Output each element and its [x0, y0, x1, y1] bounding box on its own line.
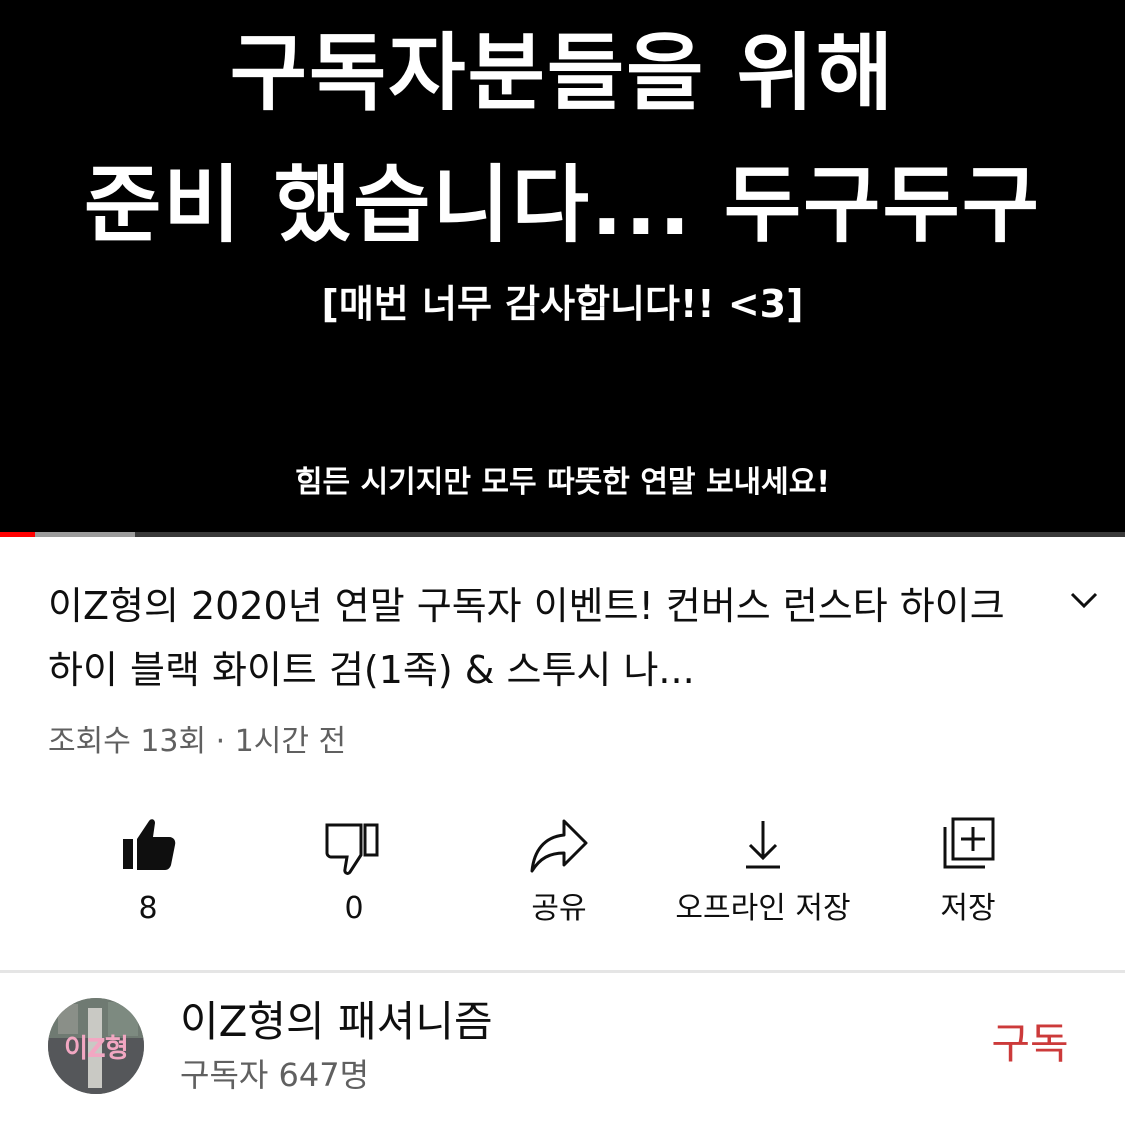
share-label: 공유 [531, 891, 587, 926]
avatar-logo-text: 이Z형 [64, 1034, 129, 1064]
share-arrow-icon [530, 819, 588, 873]
video-meta: 조회수 13회 · 1시간 전 [48, 724, 347, 759]
video-progress-bar[interactable] [0, 532, 1125, 537]
subscribe-button[interactable]: 구독 [980, 1016, 1080, 1072]
video-title[interactable]: 이Z형의 2020년 연말 구독자 이벤트! 컨버스 런스타 하이크 하이 블랙… [48, 574, 1008, 702]
like-count: 8 [138, 891, 158, 926]
download-button[interactable]: 오프라인 저장 [663, 805, 863, 945]
thumbs-up-icon [123, 819, 176, 870]
like-button[interactable]: 8 [48, 805, 248, 945]
share-button[interactable]: 공유 [459, 805, 659, 945]
expand-description-button[interactable] [1062, 584, 1106, 618]
dislike-button[interactable]: 0 [254, 805, 454, 945]
thumbs-down-icon [325, 823, 379, 875]
channel-name[interactable]: 이Z형의 패셔니즘 [180, 994, 493, 1050]
section-divider [0, 970, 1125, 973]
save-label: 저장 [940, 891, 996, 926]
video-caption-line-4: 힘든 시기지만 모두 따뜻한 연말 보내세요! [294, 465, 831, 500]
action-bar: 8 0 공유 오프라인 저장 저장 [0, 805, 1125, 945]
video-caption-line-1: 구독자분들을 위해 [229, 24, 896, 122]
channel-avatar[interactable]: 이Z형 [48, 998, 144, 1094]
chevron-down-icon [1070, 592, 1098, 609]
progress-played [0, 532, 35, 537]
video-caption-line-2: 준비 했습니다... 두구두구 [83, 156, 1042, 254]
dislike-count: 0 [344, 891, 364, 926]
download-icon [746, 821, 780, 869]
save-button[interactable]: 저장 [868, 805, 1068, 945]
playlist-add-icon [943, 817, 995, 869]
subscriber-count: 구독자 647명 [180, 1056, 370, 1094]
video-caption-line-3: [매번 너무 감사합니다!! <3] [321, 282, 804, 326]
video-player[interactable]: 구독자분들을 위해 준비 했습니다... 두구두구 [매번 너무 감사합니다!!… [0, 0, 1125, 532]
download-label: 오프라인 저장 [675, 891, 851, 926]
